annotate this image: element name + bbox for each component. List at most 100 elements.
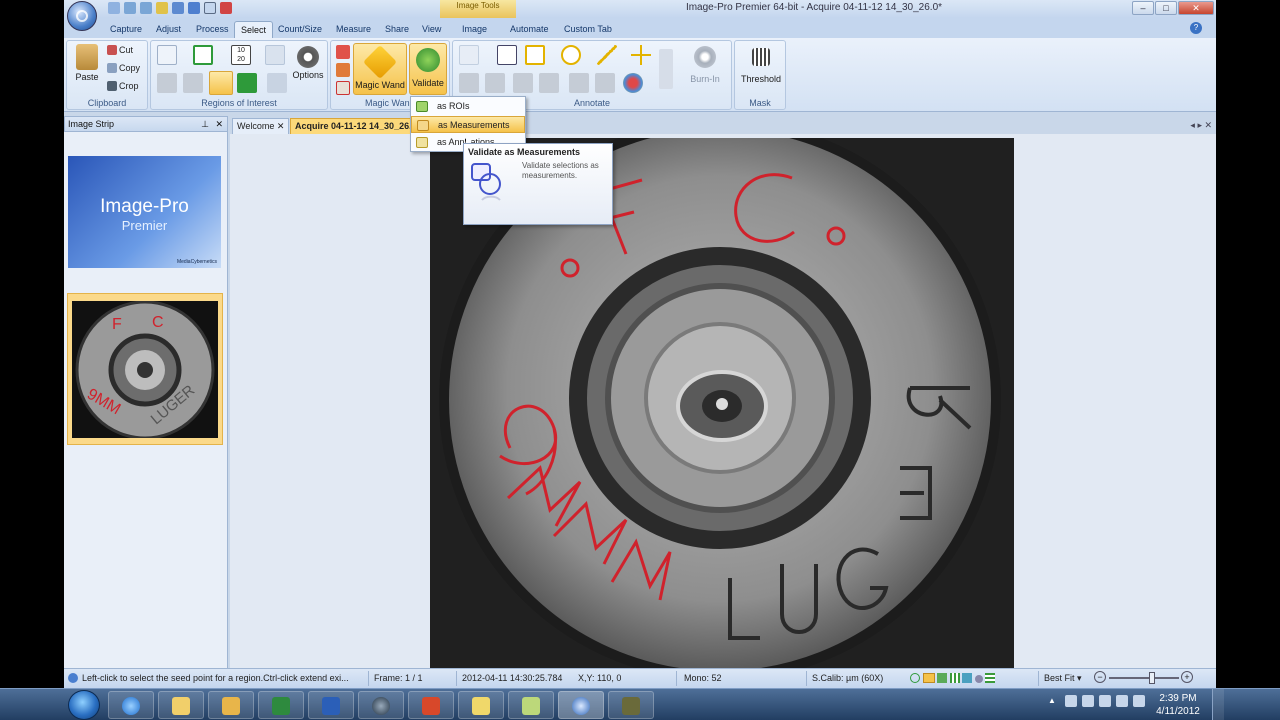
tab-custom[interactable]: Custom Tab (558, 21, 618, 38)
status-green-grid-icon[interactable] (985, 673, 996, 683)
annotate-ungroup-icon[interactable] (539, 73, 559, 93)
undo-icon[interactable] (124, 2, 136, 14)
annotate-delete-all-icon[interactable] (485, 73, 505, 93)
select-clear-icon[interactable] (336, 81, 350, 95)
close-pane-icon[interactable]: ✕ (215, 117, 223, 131)
tab-automate[interactable]: Automate (504, 21, 555, 38)
status-frame-icon[interactable] (922, 673, 935, 683)
tray-flag-icon[interactable] (1065, 695, 1077, 707)
zoom-select[interactable]: Best Fit ▾ (1044, 673, 1082, 684)
threshold-button[interactable]: Threshold (737, 44, 785, 84)
annotate-group-icon[interactable] (513, 73, 533, 93)
annotate-front-icon[interactable] (569, 73, 589, 93)
taskbar-media[interactable] (358, 691, 404, 719)
annotate-back-icon[interactable] (595, 73, 615, 93)
validate-as-measurements-item[interactable]: as Measurements (411, 116, 525, 133)
show-desktop-button[interactable] (1212, 689, 1224, 720)
redo-icon[interactable] (140, 2, 152, 14)
validate-as-rois-item[interactable]: as ROIs (411, 98, 525, 115)
roi-copy-icon[interactable] (267, 73, 287, 93)
layers-icon[interactable] (172, 2, 184, 14)
tray-signal-icon[interactable] (1116, 695, 1128, 707)
crosshair-annotation-icon[interactable] (631, 45, 651, 65)
magic-wand-button[interactable]: Magic Wand (353, 43, 407, 95)
tab-share[interactable]: Share (379, 21, 415, 38)
tab-select[interactable]: Select (234, 21, 274, 38)
doc-tab-welcome[interactable]: Welcome ✕ (232, 118, 290, 134)
tab-image[interactable]: Image (456, 21, 493, 38)
status-grid-icon[interactable] (949, 673, 960, 683)
burn-in-button[interactable]: Burn-In (685, 44, 725, 84)
ellipse-annotation-icon[interactable] (561, 45, 581, 65)
new-file-icon[interactable] (108, 2, 120, 14)
tab-count-size[interactable]: Count/Size (272, 21, 328, 38)
minimize-button[interactable]: – (1132, 1, 1154, 15)
taskbar-explorer[interactable] (158, 691, 204, 719)
maximize-button[interactable]: □ (1155, 1, 1177, 15)
close-button[interactable]: ✕ (1178, 1, 1214, 15)
doc-tab-acquire[interactable]: Acquire 04-11-12 14_30_26.0 (290, 118, 422, 134)
annotate-style-icon[interactable] (659, 49, 673, 89)
paste-button[interactable]: Paste (71, 44, 103, 82)
taskbar-imagepro[interactable] (558, 691, 604, 719)
taskbar-word[interactable] (308, 691, 354, 719)
calibrate-icon[interactable] (156, 2, 168, 14)
globe-icon[interactable] (188, 2, 200, 14)
roi-multi-icon[interactable] (209, 71, 233, 95)
document-nav[interactable]: ◂ ▸ ✕ (1190, 120, 1212, 131)
stop-icon[interactable] (220, 2, 232, 14)
crop-button[interactable]: Crop (107, 81, 139, 91)
line-annotation-icon[interactable] (597, 45, 617, 65)
status-fit-icon[interactable] (910, 673, 920, 683)
tray-arrow-icon[interactable]: ▲ (1048, 695, 1060, 707)
taskbar-excel[interactable] (258, 691, 304, 719)
select-red-icon[interactable] (336, 45, 350, 59)
tab-process[interactable]: Process (190, 21, 235, 38)
taskbar-folder[interactable] (508, 691, 554, 719)
doc-tab-close-icon[interactable]: ✕ (277, 121, 285, 131)
thumbnail-acquire[interactable]: F C 9MM LUGER (67, 293, 223, 445)
annotate-pointer-icon[interactable] (459, 45, 479, 65)
validate-button[interactable]: Validate (409, 43, 447, 95)
taskbar-clock[interactable]: 2:39 PM 4/11/2012 (1150, 692, 1206, 718)
status-dot-icon[interactable] (974, 675, 983, 683)
help-icon[interactable]: ? (1190, 22, 1202, 34)
excel-export-icon[interactable] (237, 73, 257, 93)
tray-network-icon[interactable] (1082, 695, 1094, 707)
tray-monitor-icon[interactable] (1099, 695, 1111, 707)
tab-adjust[interactable]: Adjust (150, 21, 187, 38)
tab-measure[interactable]: Measure (330, 21, 377, 38)
pin-icon[interactable]: ⊥ (201, 117, 209, 131)
rect-annotation-icon[interactable] (525, 45, 545, 65)
pointer-tool-icon[interactable] (157, 45, 177, 65)
roi-counter-icon[interactable]: 10 20 (231, 45, 251, 65)
taskbar-recorder[interactable] (408, 691, 454, 719)
select-orange-icon[interactable] (336, 63, 350, 77)
cut-button[interactable]: Cut (107, 45, 133, 55)
taskbar-outlook[interactable] (208, 691, 254, 719)
pointer-icon[interactable] (204, 2, 216, 14)
context-tab-title: Image Tools (440, 0, 516, 18)
application-menu-button[interactable] (67, 1, 97, 31)
color-palette-icon[interactable] (623, 73, 643, 93)
status-layers-icon[interactable] (962, 673, 973, 683)
tab-view[interactable]: View (416, 21, 447, 38)
tab-capture[interactable]: Capture (104, 21, 148, 38)
taskbar-ie[interactable] (108, 691, 154, 719)
status-frame: Frame: 1 / 1 (374, 673, 423, 683)
tray-volume-icon[interactable] (1133, 695, 1145, 707)
thumbnail-welcome[interactable]: Image-Pro Premier MediaCybernetics (68, 156, 221, 268)
status-pan-icon[interactable] (937, 673, 948, 683)
rectangle-roi-icon[interactable] (193, 45, 213, 65)
text-annotation-icon[interactable] (497, 45, 517, 65)
taskbar-tool[interactable] (608, 691, 654, 719)
copy-button[interactable]: Copy (107, 63, 140, 73)
roi-arrow-icon[interactable] (265, 45, 285, 65)
delete-all-roi-icon[interactable] (183, 73, 203, 93)
start-button[interactable] (68, 690, 100, 720)
annotate-delete-icon[interactable] (459, 73, 479, 93)
zoom-slider[interactable]: − + (1094, 671, 1194, 684)
delete-roi-icon[interactable] (157, 73, 177, 93)
taskbar-notes[interactable] (458, 691, 504, 719)
options-button[interactable]: Options (291, 44, 325, 80)
